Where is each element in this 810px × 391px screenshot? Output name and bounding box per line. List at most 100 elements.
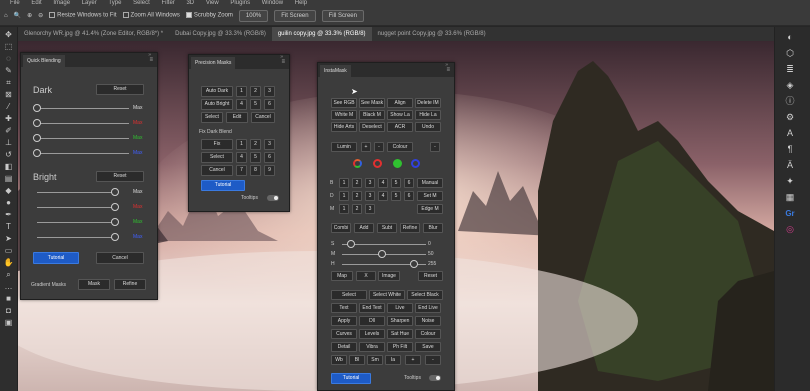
im-curves[interactable]: Curves	[331, 329, 357, 339]
im-levels[interactable]: Levels	[359, 329, 385, 339]
adjustments-icon[interactable]: ◐	[784, 32, 796, 43]
im-end-live[interactable]: End Live	[415, 303, 441, 313]
panel-title[interactable]: InstaMask	[320, 65, 351, 77]
pm-num-6[interactable]: 6	[264, 99, 275, 110]
marquee-tool-icon[interactable]: ⬚	[3, 42, 15, 51]
quick-mask-icon[interactable]: ◘	[3, 306, 15, 315]
fit-screen-button[interactable]: Fit Screen	[274, 9, 316, 22]
im-edge-m[interactable]: Edge M	[417, 204, 443, 214]
im-b-2[interactable]: 2	[352, 178, 362, 188]
im-white-m[interactable]: White M	[331, 110, 357, 120]
im-add[interactable]: Add	[354, 223, 374, 233]
im-colour-minus[interactable]: -	[430, 142, 440, 152]
dark-slider-blue[interactable]	[37, 153, 129, 154]
dark-knob-blue[interactable]	[33, 149, 41, 157]
im-tooltips-toggle[interactable]	[429, 375, 441, 381]
pm-cancel-button[interactable]: Cancel	[251, 112, 275, 123]
im-detail[interactable]: Detail	[331, 342, 357, 352]
im-sat-hue[interactable]: Sat Hue	[387, 329, 413, 339]
im-end-text[interactable]: End Text	[359, 303, 385, 313]
bright-reset-button[interactable]: Reset	[96, 171, 144, 182]
im-d-2[interactable]: 2	[352, 191, 362, 201]
pm-select2-button[interactable]: Select	[201, 152, 233, 163]
im-manual[interactable]: Manual	[417, 178, 443, 188]
screen-mode-icon[interactable]: ▣	[3, 318, 15, 327]
healing-tool-icon[interactable]: ✚	[3, 114, 15, 123]
pm-num-2[interactable]: 2	[250, 86, 261, 97]
im-sharpen[interactable]: Sharpen	[387, 316, 413, 326]
collapse-icon[interactable]: »	[280, 54, 283, 60]
im-black-m[interactable]: Black M	[359, 110, 385, 120]
pm-fix-num-8[interactable]: 8	[250, 165, 261, 176]
doc-tab-glenorchy[interactable]: Glenorchy WR.jpg @ 41.4% (Zone Editor, R…	[18, 31, 169, 37]
im-live[interactable]: Live	[387, 303, 413, 313]
im-apply[interactable]: Apply	[331, 316, 357, 326]
im-ph-filt[interactable]: Ph Filt	[387, 342, 413, 352]
im-lumin-minus[interactable]: -	[374, 142, 384, 152]
pm-tutorial-button[interactable]: Tutorial	[201, 180, 245, 191]
properties-icon[interactable]: ⚙	[784, 112, 796, 123]
channels-icon[interactable]: ◈	[784, 80, 796, 91]
im-subt[interactable]: Subt	[377, 223, 397, 233]
im-see-rgb[interactable]: See RGB	[331, 98, 357, 108]
im-d-4[interactable]: 4	[378, 191, 388, 201]
im-combi[interactable]: Combi	[331, 223, 351, 233]
zoom-tool-side-icon[interactable]: ⌕	[3, 270, 15, 279]
color-picker-green-icon[interactable]	[393, 159, 402, 168]
brush-tool-icon[interactable]: ✐	[3, 126, 15, 135]
im-d-1[interactable]: 1	[339, 191, 349, 201]
pm-num-4[interactable]: 4	[236, 99, 247, 110]
pm-fix-num-5[interactable]: 5	[250, 152, 261, 163]
bright-knob-blue[interactable]	[111, 233, 119, 241]
plugin-im-icon[interactable]: ◎	[784, 224, 796, 235]
im-map[interactable]: Map	[331, 271, 353, 281]
info-icon[interactable]: ⓘ	[784, 96, 796, 107]
zoom-all-checkbox[interactable]: Zoom All Windows	[122, 12, 180, 19]
hand-tool-icon[interactable]: ✋	[3, 258, 15, 267]
im-vibra[interactable]: Vibra	[359, 342, 385, 352]
dark-knob-red[interactable]	[33, 119, 41, 127]
h-knob[interactable]	[410, 260, 418, 268]
blur-tool-icon[interactable]: ◆	[3, 186, 15, 195]
im-select-white[interactable]: Select White	[369, 290, 405, 300]
im-undo[interactable]: Undo	[415, 122, 441, 132]
zoom-in-icon[interactable]: ⊕	[27, 12, 32, 19]
zoom-value-field[interactable]: 100%	[238, 9, 269, 22]
color-picker-mixed-icon[interactable]	[353, 159, 362, 168]
gradient-mask-button[interactable]: Mask	[78, 279, 110, 290]
dodge-tool-icon[interactable]: ●	[3, 198, 15, 207]
collapse-icon[interactable]: »	[445, 62, 448, 68]
im-hide-arts[interactable]: Hide Arts	[331, 122, 357, 132]
home-icon[interactable]: ⌂	[4, 13, 8, 19]
bright-knob-red[interactable]	[111, 203, 119, 211]
im-b-1[interactable]: 1	[339, 178, 349, 188]
libraries-icon[interactable]: ▦	[784, 192, 796, 203]
im-b-4[interactable]: 4	[378, 178, 388, 188]
im-wb[interactable]: Wb	[331, 355, 347, 365]
dark-slider-green[interactable]	[37, 138, 129, 139]
bright-knob-1[interactable]	[111, 188, 119, 196]
bright-slider-1[interactable]	[37, 192, 117, 193]
doc-tab-dubai[interactable]: Dubai Copy.jpg @ 33.3% (RGB/8)	[169, 31, 272, 37]
im-m-1[interactable]: 1	[339, 204, 349, 214]
panel-title[interactable]: Quick Blending	[23, 55, 65, 67]
im-m-3[interactable]: 3	[365, 204, 375, 214]
im-b-6[interactable]: 6	[404, 178, 414, 188]
im-set-m[interactable]: Set M	[417, 191, 443, 201]
more-tools-icon[interactable]: …	[3, 282, 15, 291]
path-select-icon[interactable]: ➤	[3, 234, 15, 243]
im-dll[interactable]: Dll	[359, 316, 385, 326]
m-knob[interactable]	[378, 250, 386, 258]
bright-slider-green[interactable]	[37, 222, 117, 223]
move-tool-icon[interactable]: ✥	[3, 30, 15, 39]
im-lumin[interactable]: Lumin	[331, 142, 357, 152]
lasso-tool-icon[interactable]: ◌	[3, 54, 15, 63]
im-x[interactable]: X	[356, 271, 376, 281]
eraser-tool-icon[interactable]: ◧	[3, 162, 15, 171]
resize-windows-checkbox[interactable]: Resize Windows to Fit	[49, 12, 117, 19]
im-d-3[interactable]: 3	[365, 191, 375, 201]
gradient-refine-button[interactable]: Refine	[114, 279, 146, 290]
color-picker-blue-icon[interactable]	[411, 159, 420, 168]
im-reset[interactable]: Reset	[418, 271, 443, 281]
pm-num-1[interactable]: 1	[236, 86, 247, 97]
